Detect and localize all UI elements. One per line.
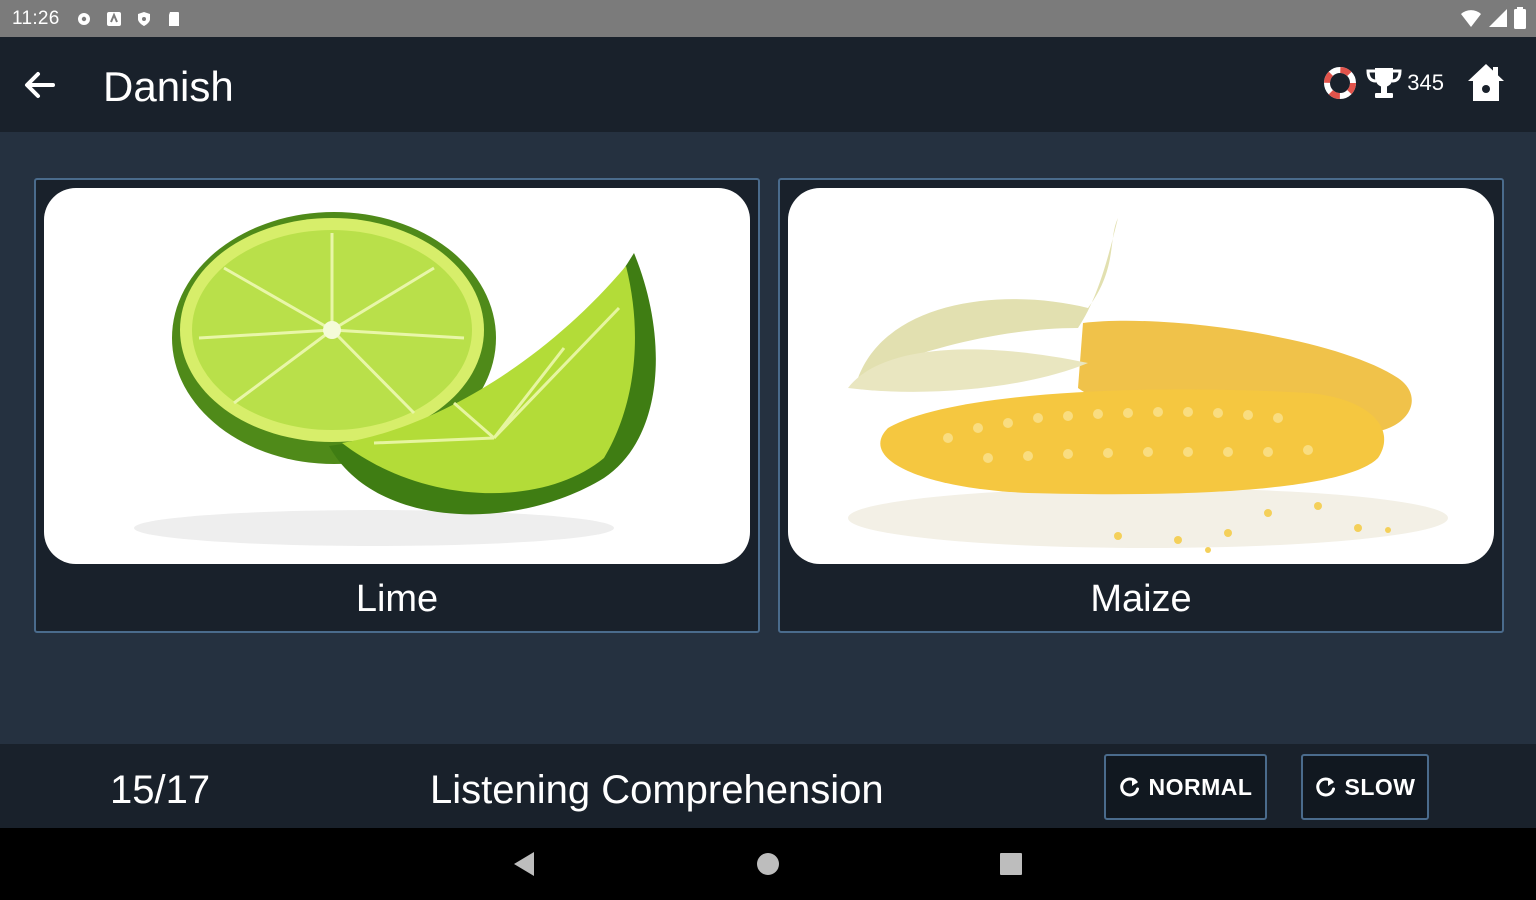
app-bar: Danish 345	[0, 37, 1536, 132]
status-bar: 11:26	[0, 0, 1536, 37]
answer-card-lime[interactable]: Lime	[34, 178, 760, 633]
score-count: 345	[1407, 70, 1444, 95]
exercise-mode-title: Listening Comprehension	[430, 768, 884, 812]
shield-icon	[137, 11, 150, 26]
card-label: Maize	[1090, 578, 1192, 620]
replay-slow-label: SLOW	[1344, 773, 1416, 800]
replay-slow-button[interactable]: SLOW	[1301, 754, 1429, 820]
lifebuoy-icon[interactable]	[1323, 66, 1357, 100]
nav-recents-icon[interactable]	[993, 846, 1029, 882]
wifi-icon	[1461, 10, 1481, 27]
answer-card-maize[interactable]: Maize	[778, 178, 1504, 633]
maize-illustration	[848, 218, 1448, 553]
replay-icon	[1119, 777, 1139, 797]
lime-image	[44, 188, 750, 564]
page-title: Danish	[103, 63, 234, 110]
status-system-icons	[1460, 7, 1526, 29]
card-label: Lime	[355, 578, 439, 620]
app-bar-actions: 345	[1323, 61, 1506, 105]
sd-card-icon	[168, 11, 179, 26]
lime-illustration	[134, 212, 656, 546]
nav-back-icon[interactable]	[506, 846, 542, 882]
status-notifications	[76, 11, 182, 27]
arrow-back-icon	[25, 72, 55, 98]
system-nav-bar	[0, 828, 1536, 900]
app-notification-icon	[106, 11, 121, 26]
trophy-icon[interactable]	[1365, 64, 1403, 102]
back-button[interactable]	[18, 63, 62, 107]
bottom-bar: 15/17 Listening Comprehension NORMAL SLO…	[0, 744, 1536, 828]
question-progress: 15/17	[110, 768, 211, 812]
replay-normal-button[interactable]: NORMAL	[1104, 754, 1267, 820]
nav-home-icon[interactable]	[750, 846, 786, 882]
status-time: 11:26	[12, 7, 60, 29]
replay-icon	[1315, 777, 1335, 797]
cell-signal-icon	[1489, 9, 1507, 27]
maize-image	[788, 188, 1494, 564]
home-icon[interactable]	[1466, 61, 1506, 105]
replay-normal-label: NORMAL	[1148, 773, 1253, 800]
settings-icon	[77, 12, 90, 25]
battery-icon	[1514, 7, 1526, 29]
